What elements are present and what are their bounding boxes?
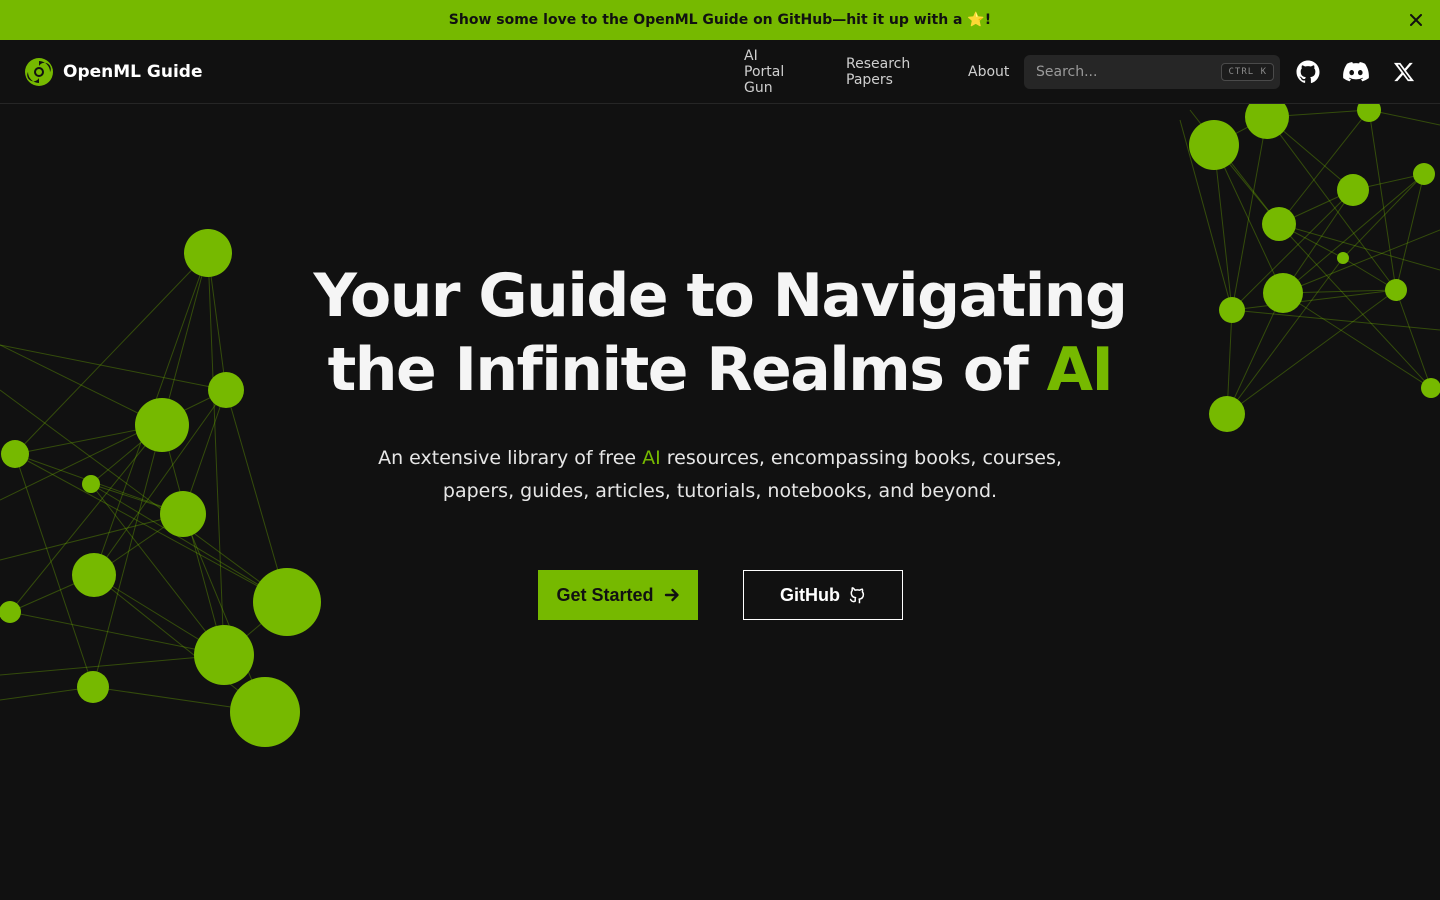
github-icon: [849, 586, 865, 604]
announcement-banner: Show some love to the OpenML Guide on Gi…: [0, 0, 1440, 40]
nav-research-papers[interactable]: Research Papers: [846, 56, 910, 88]
hero-section: Your Guide to Navigating the Infinite Re…: [0, 104, 1440, 900]
search-input[interactable]: [1036, 64, 1222, 80]
search-box[interactable]: CTRL K: [1024, 55, 1280, 89]
openml-logo-icon: [25, 58, 53, 86]
app-root: Show some love to the OpenML Guide on Gi…: [0, 0, 1440, 900]
banner-text[interactable]: Show some love to the OpenML Guide on Gi…: [449, 12, 991, 28]
get-started-label: Get Started: [556, 584, 654, 605]
hero-title-accent: AI: [1046, 335, 1114, 405]
site-header: OpenML Guide AI Portal Gun Research Pape…: [0, 40, 1440, 104]
github-button-label: GitHub: [780, 584, 840, 605]
github-button[interactable]: GitHub: [743, 570, 903, 620]
x-icon[interactable]: [1391, 59, 1417, 85]
hero-title-line2: the Infinite Realms of: [327, 335, 1047, 405]
github-icon[interactable]: [1295, 59, 1321, 85]
get-started-button[interactable]: Get Started: [538, 570, 698, 620]
logo-link[interactable]: OpenML Guide: [24, 56, 203, 88]
discord-icon[interactable]: [1343, 59, 1369, 85]
logo-text: OpenML Guide: [63, 62, 203, 82]
arrow-right-icon: [664, 588, 679, 602]
hero-subtitle-accent: AI: [642, 447, 661, 469]
search-shortcut-hint: CTRL K: [1221, 63, 1274, 81]
hero-subtitle-prefix: An extensive library of free: [378, 447, 643, 469]
hero-subtitle: An extensive library of free AI resource…: [360, 442, 1080, 508]
close-icon[interactable]: [1406, 10, 1426, 30]
hero-title-line1: Your Guide to Navigating: [313, 261, 1128, 331]
nav-about[interactable]: About: [968, 64, 1009, 80]
hero-title: Your Guide to Navigating the Infinite Re…: [0, 259, 1440, 407]
nav-ai-portal-gun[interactable]: AI Portal Gun: [744, 48, 784, 96]
